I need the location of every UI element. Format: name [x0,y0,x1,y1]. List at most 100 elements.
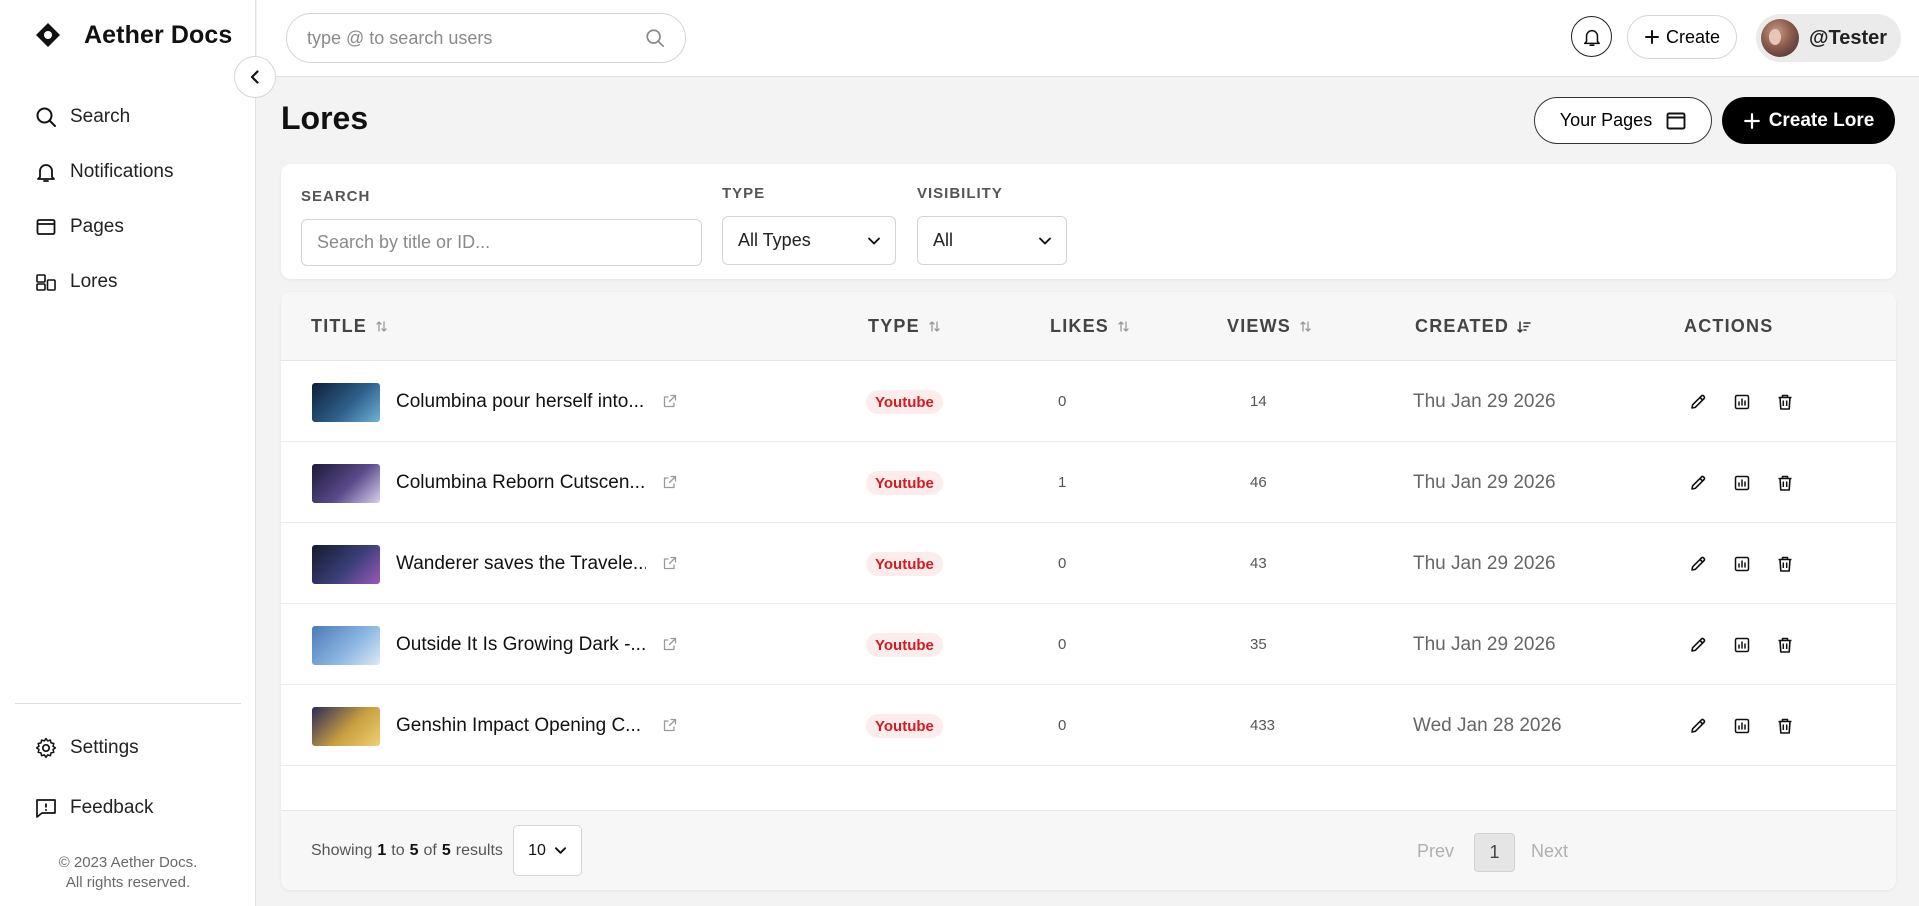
sidebar-item-settings[interactable]: Settings [34,731,153,765]
column-type[interactable]: TYPE [868,292,941,361]
trash-icon[interactable] [1773,390,1797,414]
sidebar-item-feedback[interactable]: Feedback [34,791,153,825]
search-filter-label: SEARCH [301,188,371,205]
create-button[interactable]: Create [1627,15,1738,59]
summary-text: of [423,842,437,859]
trash-icon[interactable] [1773,633,1797,657]
create-lore-label: Create Lore [1768,109,1875,131]
lore-title[interactable]: Columbina pour herself into... [396,361,646,442]
user-menu[interactable]: @Tester [1756,14,1901,62]
lore-title[interactable]: Genshin Impact Opening C... [396,685,646,766]
created-date: Wed Jan 28 2026 [1413,714,1562,736]
lore-title[interactable]: Wanderer saves the Travele... [396,523,646,604]
sidebar-item-search[interactable]: Search [34,100,174,134]
table-row[interactable]: Outside It Is Growing Dark -... Youtube 0 3… [281,604,1896,685]
chevron-down-icon [1038,234,1052,248]
edit-icon[interactable] [1686,390,1710,414]
external-link-icon[interactable] [663,718,677,732]
username: @Tester [1809,26,1888,49]
sidebar-item-label: Pages [70,216,124,237]
type-badge: Youtube [866,471,943,495]
type-badge: Youtube [866,633,943,657]
window-icon [34,215,58,239]
external-link-icon[interactable] [663,637,677,651]
created-date: Thu Jan 29 2026 [1413,390,1556,412]
visibility-filter-label: VISIBILITY [917,185,1003,202]
bell-icon [1582,27,1602,47]
column-likes[interactable]: LIKES [1050,292,1130,361]
main-content: Lores Your Pages Create Lore SEARCH TYPE… [257,78,1919,906]
external-link-icon[interactable] [663,475,677,489]
analytics-icon[interactable] [1730,471,1754,495]
notifications-button[interactable] [1571,16,1612,57]
sort-icon [375,320,388,333]
analytics-icon[interactable] [1730,552,1754,576]
analytics-icon[interactable] [1730,633,1754,657]
brand[interactable]: Aether Docs [34,18,232,52]
bell-icon [34,160,58,184]
table-row[interactable]: Columbina pour herself into... Youtube 0 14… [281,361,1896,442]
video-thumbnail[interactable] [312,464,380,503]
page-title: Lores [281,100,369,136]
visibility-select[interactable]: All [917,216,1067,265]
sidebar-bottom-nav: Settings Feedback [34,731,153,851]
user-search-box[interactable] [286,13,686,63]
your-pages-label: Your Pages [1559,110,1653,130]
plus-icon [1644,29,1660,45]
video-thumbnail[interactable] [312,626,380,665]
sort-desc-icon [1517,320,1531,334]
created-date: Thu Jan 29 2026 [1413,633,1556,655]
video-thumbnail[interactable] [312,383,380,422]
filters-panel: SEARCH TYPE All Types VISIBILITY All [281,164,1896,279]
type-select-value: All Types [738,230,811,250]
lore-title[interactable]: Outside It Is Growing Dark -... [396,604,646,685]
user-search-input[interactable] [307,27,645,49]
copyright: © 2023 Aether Docs. All rights reserved. [0,853,256,893]
lore-title[interactable]: Columbina Reborn Cutscen... [396,442,646,523]
table-footer: Showing 1 to 5 of 5 results 10 Prev 1 Ne… [281,810,1896,890]
trash-icon[interactable] [1773,471,1797,495]
sidebar-item-notifications[interactable]: Notifications [34,155,174,189]
trash-icon[interactable] [1773,552,1797,576]
edit-icon[interactable] [1686,552,1710,576]
video-thumbnail[interactable] [312,545,380,584]
next-page-button[interactable]: Next [1531,811,1568,890]
edit-icon[interactable] [1686,471,1710,495]
external-link-icon[interactable] [663,556,677,570]
results-summary: Showing 1 to 5 of 5 results [311,811,503,890]
per-page-value: 10 [528,841,546,859]
create-button-label: Create [1666,26,1721,47]
type-select[interactable]: All Types [722,216,896,265]
your-pages-button[interactable]: Your Pages [1534,97,1712,144]
sidebar: Aether Docs Search Notifications Pages L… [0,0,256,906]
lores-table: TITLE TYPE LIKES VIEWS CREATED ACTIONS C… [281,292,1896,890]
collapse-sidebar-button[interactable] [234,56,276,98]
search-icon[interactable] [645,28,665,48]
chevron-left-icon [247,69,263,85]
chevron-down-icon [867,234,881,248]
copyright-line: All rights reserved. [65,874,191,891]
table-row[interactable]: Genshin Impact Opening C... Youtube 0 433 We… [281,685,1896,766]
sidebar-divider [15,703,241,704]
trash-icon[interactable] [1773,714,1797,738]
create-lore-button[interactable]: Create Lore [1722,97,1895,144]
sidebar-item-lores[interactable]: Lores [34,265,174,299]
current-page-button[interactable]: 1 [1474,833,1515,872]
column-type-label: TYPE [868,316,920,336]
edit-icon[interactable] [1686,633,1710,657]
sidebar-item-pages[interactable]: Pages [34,210,174,244]
column-title[interactable]: TITLE [311,292,388,361]
analytics-icon[interactable] [1730,390,1754,414]
lore-search-input[interactable] [301,219,702,266]
chevron-down-icon [554,844,567,857]
column-created[interactable]: CREATED [1415,292,1531,361]
external-link-icon[interactable] [663,394,677,408]
table-row[interactable]: Columbina Reborn Cutscen... Youtube 1 46 Thu… [281,442,1896,523]
column-views[interactable]: VIEWS [1227,292,1312,361]
per-page-select[interactable]: 10 [513,825,582,876]
video-thumbnail[interactable] [312,707,380,746]
analytics-icon[interactable] [1730,714,1754,738]
prev-page-button[interactable]: Prev [1417,811,1454,890]
table-row[interactable]: Wanderer saves the Travele... Youtube 0 43 T… [281,523,1896,604]
edit-icon[interactable] [1686,714,1710,738]
